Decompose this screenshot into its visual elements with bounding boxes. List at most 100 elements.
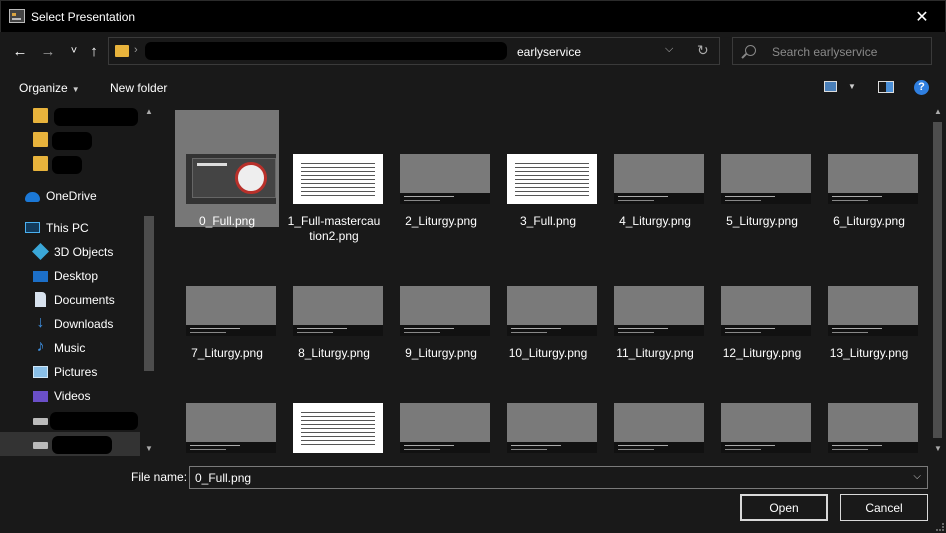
search-box[interactable]: Search earlyservice — [732, 37, 932, 65]
file-item[interactable] — [603, 359, 707, 456]
chevron-down-icon[interactable]: ⌵ — [665, 43, 673, 56]
file-name-value[interactable]: 0_Full.png — [195, 471, 251, 485]
file-item[interactable]: 9_Liturgy.png — [389, 242, 493, 360]
caret-down-icon[interactable]: ▼ — [848, 82, 856, 91]
scroll-up-icon[interactable]: ▲ — [145, 107, 153, 116]
up-button[interactable]: ↑ — [84, 41, 104, 61]
file-thumbnail — [186, 154, 276, 204]
sidebar-item-label: Videos — [54, 389, 91, 403]
drive-icon — [33, 418, 48, 425]
file-name-input[interactable]: 0_Full.png ⌵ — [189, 466, 928, 489]
sidebar-item-music[interactable]: ♪ Music — [0, 336, 140, 360]
address-bar[interactable]: › earlyservice ⌵ ↻ — [108, 37, 720, 65]
app-icon — [9, 9, 25, 23]
file-name: 5_Liturgy.png — [726, 214, 798, 228]
file-thumbnail — [507, 286, 597, 336]
cancel-button[interactable]: Cancel — [840, 494, 928, 521]
file-item[interactable] — [175, 359, 279, 456]
file-item[interactable] — [817, 359, 921, 456]
file-thumbnail — [614, 154, 704, 204]
change-view-icon[interactable] — [824, 81, 837, 92]
file-item[interactable]: 0_Full.png — [175, 110, 279, 228]
file-thumbnail — [721, 154, 811, 204]
redacted-label — [52, 132, 92, 150]
folder-icon — [115, 45, 129, 57]
file-thumbnail — [828, 403, 918, 453]
sidebar-item-desktop[interactable]: Desktop — [0, 264, 140, 288]
file-thumbnail — [186, 286, 276, 336]
scroll-down-icon[interactable]: ▼ — [145, 444, 153, 453]
organize-label: Organize — [19, 81, 68, 95]
organize-button[interactable]: Organize ▼ — [19, 81, 80, 95]
resize-grip-icon[interactable] — [936, 523, 944, 531]
sidebar-item-videos[interactable]: Videos — [0, 384, 140, 408]
dialog-footer: File name: 0_Full.png ⌵ Open Cancel — [0, 456, 946, 533]
pictures-icon — [33, 366, 48, 378]
search-input[interactable]: Search earlyservice — [772, 45, 877, 59]
preview-pane-icon[interactable] — [878, 81, 894, 93]
new-folder-button[interactable]: New folder — [110, 81, 167, 95]
sidebar-item-documents[interactable]: Documents — [0, 288, 140, 312]
file-item[interactable] — [389, 359, 493, 456]
sidebar-item-drive-1[interactable] — [0, 408, 140, 432]
sidebar-item-folder-2[interactable] — [0, 128, 140, 152]
close-button[interactable]: ✕ — [899, 1, 945, 32]
sidebar-item-downloads[interactable]: ↓ Downloads — [0, 312, 140, 336]
file-item[interactable]: 1_Full-mastercau tion2.png — [282, 110, 386, 243]
file-grid-scrollbar[interactable]: ▲ ▼ — [929, 104, 946, 456]
chevron-down-icon[interactable]: ⌵ — [913, 471, 921, 482]
sidebar-scrollbar[interactable]: ▲ ▼ — [141, 104, 157, 456]
file-thumbnail — [721, 286, 811, 336]
file-item[interactable]: 7_Liturgy.png — [175, 242, 279, 360]
file-item[interactable]: 6_Liturgy.png — [817, 110, 921, 228]
breadcrumb-current[interactable]: earlyservice — [517, 45, 581, 59]
sidebar-item-label: Desktop — [54, 269, 99, 283]
sidebar-item-pictures[interactable]: Pictures — [0, 360, 140, 384]
folder-icon — [33, 156, 48, 171]
file-item[interactable] — [496, 359, 600, 456]
file-item[interactable]: 13_Liturgy.png — [817, 242, 921, 360]
forward-button[interactable]: → — [38, 41, 58, 61]
back-button[interactable]: ← — [10, 41, 30, 61]
redacted-path — [145, 42, 507, 60]
recent-locations-button[interactable]: ˅ — [64, 41, 84, 61]
file-item[interactable]: 3_Full.png — [496, 110, 600, 228]
file-item[interactable]: 4_Liturgy.png — [603, 110, 707, 228]
music-icon: ♪ — [36, 338, 45, 355]
sidebar-item-this-pc[interactable]: This PC — [0, 216, 140, 240]
scrollbar-thumb[interactable] — [933, 122, 942, 438]
navigation-pane: OneDrive This PC 3D Objects Desktop Docu… — [0, 104, 157, 456]
file-thumbnail — [828, 286, 918, 336]
file-name: 2_Liturgy.png — [405, 214, 477, 228]
file-item[interactable]: 10_Liturgy.png — [496, 242, 600, 360]
sidebar-item-folder-3[interactable] — [0, 152, 140, 176]
window-title: Select Presentation — [31, 10, 136, 24]
open-button[interactable]: Open — [740, 494, 828, 521]
file-item[interactable]: 8_Liturgy.png — [282, 242, 386, 360]
file-thumbnail — [721, 403, 811, 453]
file-name: 4_Liturgy.png — [619, 214, 691, 228]
downloads-icon: ↓ — [36, 314, 45, 331]
sidebar-item-drive-2[interactable] — [0, 432, 140, 456]
chevron-right-icon: › — [134, 44, 138, 56]
sidebar-item-label: Documents — [54, 293, 115, 307]
sidebar-item-onedrive[interactable]: OneDrive — [0, 184, 140, 208]
scroll-up-icon[interactable]: ▲ — [934, 107, 942, 116]
file-item[interactable]: 11_Liturgy.png — [603, 242, 707, 360]
file-item[interactable] — [282, 359, 386, 456]
file-thumbnail — [400, 154, 490, 204]
caret-down-icon: ▼ — [71, 85, 80, 94]
refresh-icon[interactable]: ↻ — [697, 42, 709, 59]
file-item[interactable]: 5_Liturgy.png — [710, 110, 814, 228]
file-item[interactable]: 12_Liturgy.png — [710, 242, 814, 360]
sidebar-item-label: 3D Objects — [54, 245, 114, 259]
scrollbar-thumb[interactable] — [144, 216, 154, 371]
file-item[interactable] — [710, 359, 814, 456]
help-icon[interactable]: ? — [914, 80, 929, 95]
scroll-down-icon[interactable]: ▼ — [934, 444, 942, 453]
sidebar-item-3d-objects[interactable]: 3D Objects — [0, 240, 140, 264]
sidebar-item-folder-1[interactable] — [0, 104, 140, 128]
file-grid: 0_Full.png 1_Full-mastercau tion2.png 2_Li… — [157, 104, 929, 456]
file-item[interactable]: 2_Liturgy.png — [389, 110, 493, 228]
redacted-label — [52, 156, 82, 174]
